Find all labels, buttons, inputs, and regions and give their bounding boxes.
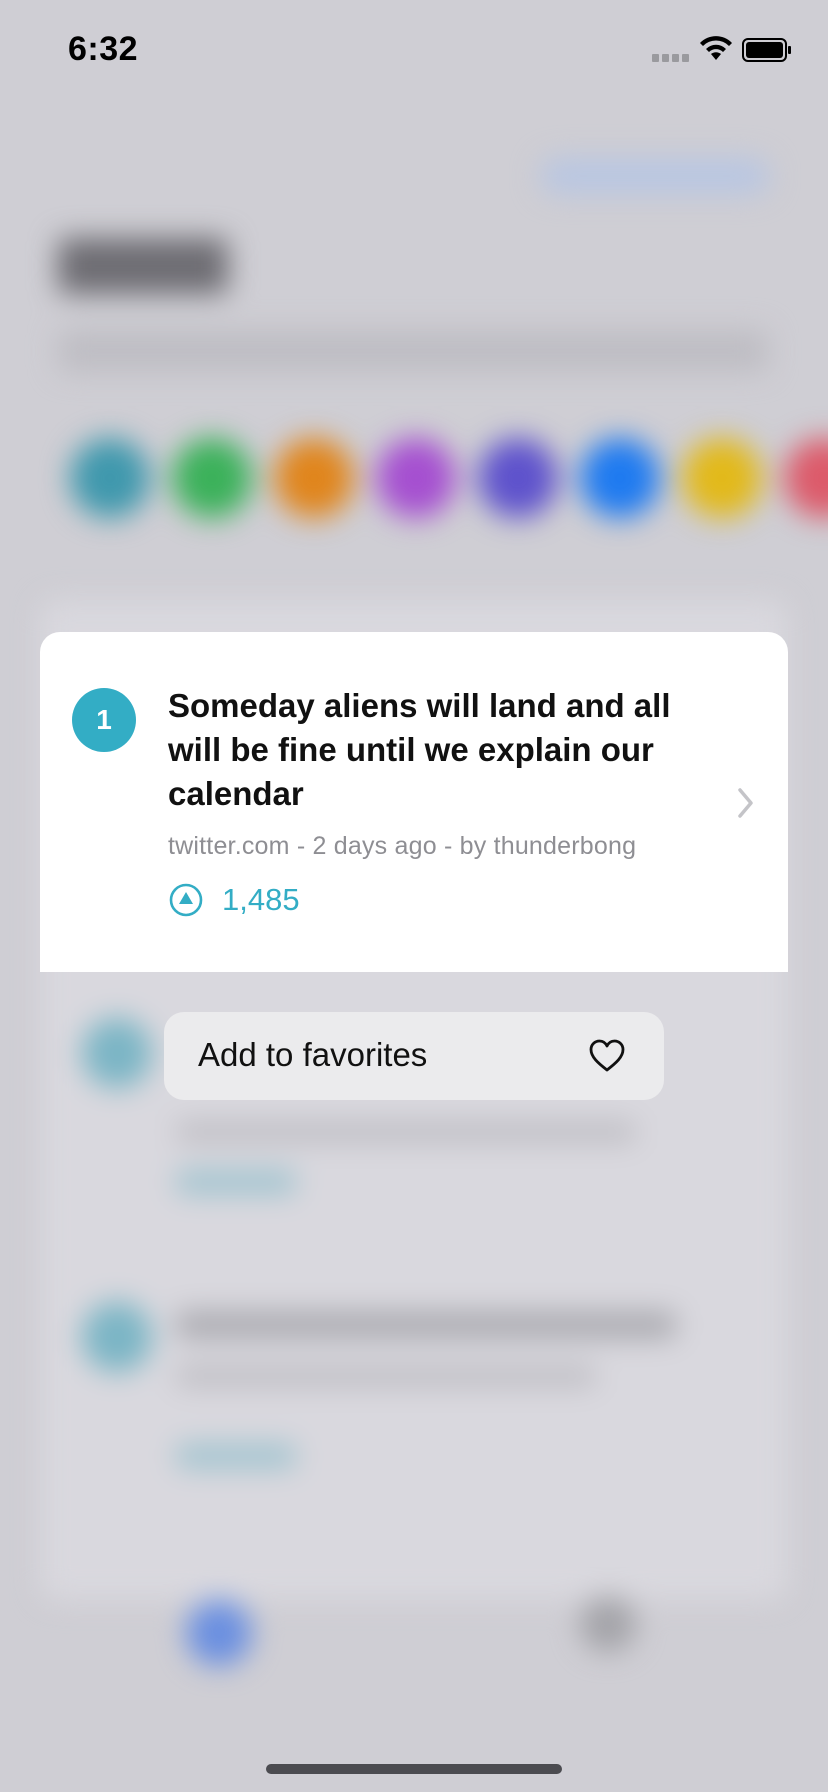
blurred-category-circle <box>580 438 660 518</box>
blurred-page-title <box>58 238 228 294</box>
blurred-category-circle <box>478 438 558 518</box>
cellular-signal-icon <box>652 54 690 62</box>
blurred-score <box>176 1170 296 1194</box>
score-value: 1,485 <box>222 882 300 917</box>
battery-icon <box>742 38 791 62</box>
add-to-favorites-menu-item[interactable]: Add to favorites <box>164 1012 664 1100</box>
blurred-search-bar <box>58 330 768 372</box>
blurred-score <box>176 1444 296 1468</box>
story-meta: twitter.com - 2 days ago - by thunderbon… <box>168 832 637 860</box>
blurred-category-circle <box>172 438 252 518</box>
story-title: Someday aliens will land and all will be… <box>168 687 671 812</box>
status-time: 6:32 <box>68 30 139 68</box>
home-indicator[interactable] <box>266 1764 562 1774</box>
blurred-category-circle <box>784 438 828 518</box>
story-preview-card[interactable]: 1 Someday aliens will land and all will … <box>40 632 788 972</box>
chevron-right-icon <box>738 788 753 818</box>
wifi-icon <box>700 36 732 60</box>
blurred-rank-badge <box>82 1018 152 1088</box>
blurred-category-circles <box>70 438 828 518</box>
blurred-meta-line <box>176 1122 636 1142</box>
blurred-tab-icon <box>580 1596 636 1652</box>
menu-item-label: Add to favorites <box>198 1036 428 1073</box>
blurred-header-button <box>540 158 770 194</box>
blurred-rank-badge <box>82 1302 152 1372</box>
blurred-category-circle <box>70 438 150 518</box>
status-bar: 6:32 <box>0 0 828 100</box>
blurred-title-line <box>176 1312 676 1338</box>
blurred-category-circle <box>274 438 354 518</box>
blurred-category-circle <box>376 438 456 518</box>
heart-icon <box>589 1039 625 1072</box>
blurred-category-circle <box>682 438 762 518</box>
upvote-icon <box>169 883 203 917</box>
rank-badge: 1 <box>72 688 136 752</box>
blurred-tab-icon <box>186 1600 252 1666</box>
blurred-meta-line <box>176 1366 596 1386</box>
